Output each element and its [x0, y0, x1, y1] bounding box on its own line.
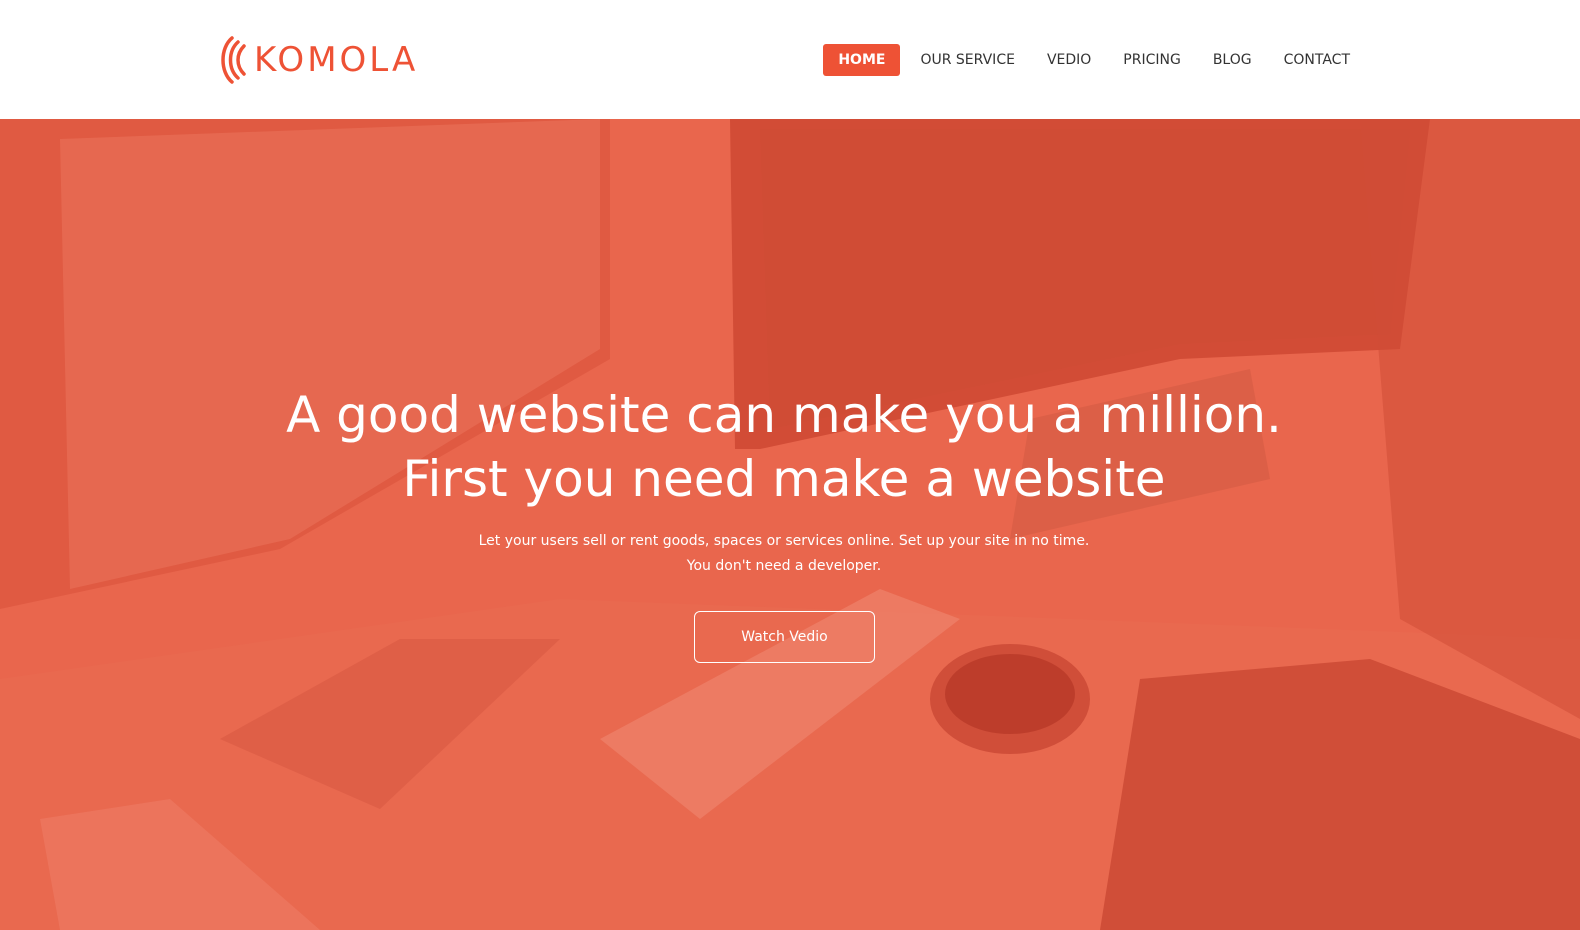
main-nav: HOME OUR SERVICE VEDIO PRICING BLOG CONT… [823, 44, 1366, 76]
nav-item-home[interactable]: HOME [823, 44, 901, 76]
logo-mark-icon [221, 36, 246, 84]
brand-logo[interactable]: KOMOLA [218, 34, 418, 86]
hero-subtitle-line-1: Let your users sell or rent goods, space… [478, 533, 1090, 549]
hero-background-image [0, 119, 1580, 930]
nav-item-vedio[interactable]: VEDIO [1031, 44, 1107, 76]
nav-item-blog[interactable]: BLOG [1197, 44, 1268, 76]
watch-video-button[interactable]: Watch Vedio [694, 611, 875, 663]
brand-name: KOMOLA [254, 40, 419, 80]
nav-item-contact[interactable]: CONTACT [1268, 44, 1366, 76]
nav-item-pricing[interactable]: PRICING [1107, 44, 1197, 76]
hero-subtitle-line-2: You don't need a developer. [686, 558, 882, 574]
hero-title-line-1: A good website can make you a million. [286, 386, 1282, 444]
site-header: KOMOLA HOME OUR SERVICE VEDIO PRICING BL… [0, 0, 1580, 120]
hero-section: A good website can make you a million. F… [0, 119, 1580, 930]
nav-item-our-service[interactable]: OUR SERVICE [904, 44, 1030, 76]
hero-title: A good website can make you a million. F… [0, 383, 1568, 511]
hero-title-line-2: First you need make a website [402, 450, 1166, 508]
hero-subtitle: Let your users sell or rent goods, space… [0, 529, 1568, 579]
